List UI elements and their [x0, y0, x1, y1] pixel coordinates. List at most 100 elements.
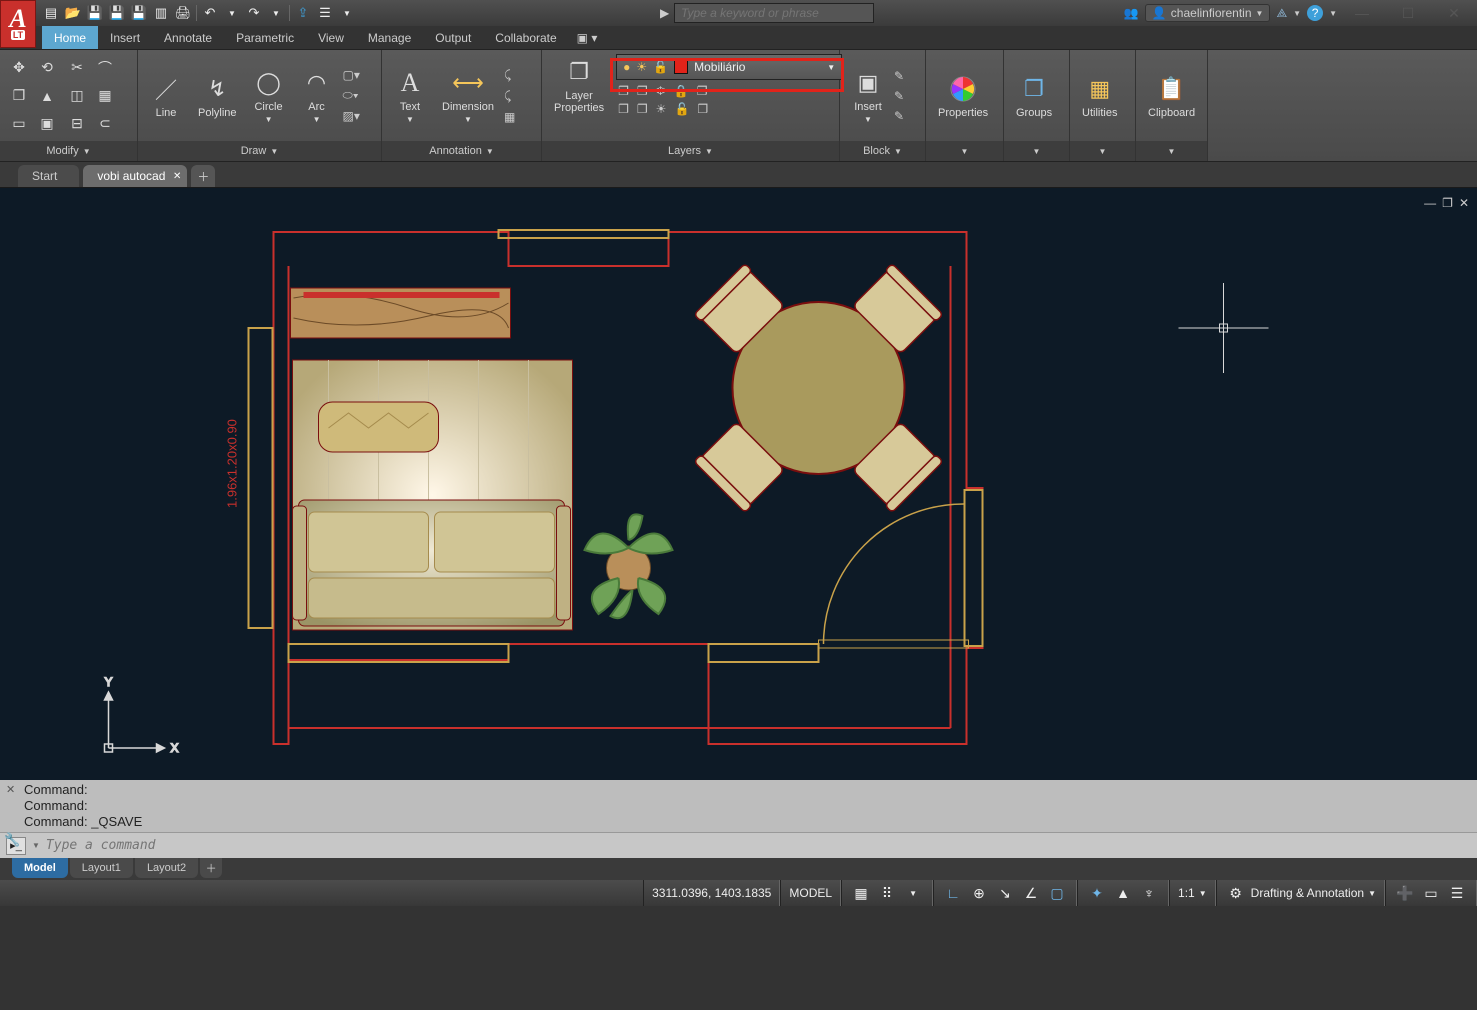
chevron-down-icon[interactable]: ▼ — [902, 889, 924, 898]
signin-icon[interactable]: 👥 — [1124, 6, 1139, 20]
drawing-canvas[interactable]: — ❐ ✕ — [0, 188, 1477, 780]
layer-tool-icon[interactable]: ❐ — [637, 102, 648, 116]
line-button[interactable]: ／Line — [144, 71, 188, 121]
layer-tool-icon[interactable]: ☀ — [656, 102, 667, 116]
tab-home[interactable]: Home — [42, 26, 98, 49]
layout-tab-2[interactable]: Layout2 — [135, 858, 198, 878]
trim-icon[interactable]: ✂ — [64, 55, 90, 81]
maximize-button[interactable]: ☐ — [1385, 0, 1431, 26]
snap-icon[interactable]: ⠿ — [876, 885, 898, 902]
copy-icon[interactable]: ❐ — [6, 83, 32, 109]
play-icon[interactable]: ▶ — [660, 6, 669, 20]
redo-icon[interactable]: ↷ — [245, 4, 263, 22]
mirror-icon[interactable]: ▲ — [34, 83, 60, 109]
layer-properties-button[interactable]: ❐Layer Properties — [548, 54, 610, 116]
layout-tab-model[interactable]: Model — [12, 858, 68, 878]
tab-current-file[interactable]: vobi autocad✕ — [83, 165, 187, 187]
move-icon[interactable]: ✥ — [6, 55, 32, 81]
vp-restore-icon[interactable]: ❐ — [1442, 196, 1453, 210]
array-icon[interactable]: ▦ — [92, 83, 118, 109]
help-icon[interactable]: ? — [1307, 5, 1323, 21]
utilities-button[interactable]: ▦Utilities — [1076, 71, 1123, 121]
panel-label-annotation[interactable]: Annotation ▼ — [382, 141, 541, 161]
chevron-down-icon[interactable]: ▼ — [267, 4, 285, 22]
chevron-down-icon[interactable]: ▼ — [32, 841, 40, 850]
search-input[interactable] — [674, 3, 874, 23]
offset-icon[interactable]: ◫ — [64, 83, 90, 109]
minimize-button[interactable]: — — [1339, 0, 1385, 26]
tab-manage[interactable]: Manage — [356, 26, 423, 49]
clipboard-button[interactable]: 📋Clipboard — [1142, 71, 1201, 121]
tab-collaborate[interactable]: Collaborate — [483, 26, 568, 49]
list-icon[interactable]: ☰ — [316, 4, 334, 22]
panel-label-clipboard[interactable]: ▼ — [1136, 141, 1207, 161]
add-layout-button[interactable]: ＋ — [200, 858, 222, 878]
tab-annotate[interactable]: Annotate — [152, 26, 224, 49]
panel-label-groups[interactable]: ▼ — [1004, 141, 1069, 161]
panel-label-modify[interactable]: Modify ▼ — [0, 141, 137, 161]
share-icon[interactable]: ⇪ — [294, 4, 312, 22]
customize-icon[interactable]: ☰ — [1446, 885, 1468, 902]
add-tab-button[interactable]: ＋ — [191, 165, 215, 187]
layer-tool-icon[interactable]: ❄ — [656, 84, 666, 98]
tab-output[interactable]: Output — [423, 26, 483, 49]
tab-parametric[interactable]: Parametric — [224, 26, 306, 49]
wrench-icon[interactable]: 🔧 — [4, 832, 20, 848]
osnap-icon[interactable]: ∠ — [1020, 885, 1042, 902]
layer-dropdown[interactable]: ● ☀ 🔓 Mobiliário ▼ — [616, 54, 842, 80]
panel-label-properties[interactable]: ▼ — [926, 141, 1003, 161]
leader2-icon[interactable]: ⤹ — [504, 89, 515, 104]
arc-button[interactable]: ◠Arc▼ — [295, 65, 339, 126]
properties-button[interactable]: Properties — [932, 71, 994, 121]
lweight-icon[interactable]: ✦ — [1086, 885, 1108, 902]
text-button[interactable]: AText▼ — [388, 65, 432, 126]
status-scale[interactable]: 1:1 ▼ — [1169, 880, 1216, 906]
grid-icon[interactable]: ▦ — [850, 885, 872, 902]
workspace-selector[interactable]: Drafting & Annotation — [1251, 886, 1364, 900]
leader-icon[interactable]: ⤹ — [504, 68, 515, 83]
close-icon[interactable]: ✕ — [6, 782, 15, 798]
close-button[interactable]: ✕ — [1431, 0, 1477, 26]
vp-minimize-icon[interactable]: — — [1424, 196, 1436, 210]
status-coords[interactable]: 3311.0396, 1403.1835 — [643, 880, 780, 906]
close-icon[interactable]: ✕ — [173, 171, 181, 182]
chevron-down-icon[interactable]: ▼ — [223, 4, 241, 22]
gear-icon[interactable]: ⚙ — [1225, 885, 1247, 902]
ortho-icon[interactable]: ∟ — [942, 885, 964, 901]
rectangle-icon[interactable]: ▢▾ — [343, 68, 360, 82]
tab-overflow[interactable]: ▣ ▾ — [569, 26, 606, 49]
layout-tab-1[interactable]: Layout1 — [70, 858, 133, 878]
groups-button[interactable]: ❐Groups — [1010, 71, 1058, 121]
chevron-down-icon[interactable]: ▼ — [338, 4, 356, 22]
circle-button[interactable]: ◯Circle▼ — [247, 65, 291, 126]
stretch-icon[interactable]: ▭ — [6, 111, 32, 137]
tab-insert[interactable]: Insert — [98, 26, 152, 49]
attr-icon[interactable]: ✎ — [894, 109, 904, 123]
layer-tool-icon[interactable]: ❐ — [637, 84, 648, 98]
undo-icon[interactable]: ↶ — [201, 4, 219, 22]
saveas-icon[interactable]: 💾 — [108, 4, 126, 22]
chevron-down-icon[interactable]: ▼ — [1293, 9, 1301, 18]
layer-tool-icon[interactable]: ❐ — [618, 102, 629, 116]
new-icon[interactable]: ▤ — [42, 4, 60, 22]
panel-label-utilities[interactable]: ▼ — [1070, 141, 1135, 161]
status-space[interactable]: MODEL — [780, 880, 841, 906]
panel-label-layers[interactable]: Layers ▼ — [542, 141, 839, 161]
polyline-button[interactable]: ↯Polyline — [192, 71, 243, 121]
user-pill[interactable]: 👤 chaelinfiorentin ▼ — [1145, 4, 1271, 22]
help-search[interactable]: ▶ — [674, 3, 874, 23]
open-icon[interactable]: 📂 — [64, 4, 82, 22]
transparency-icon[interactable]: ▲ — [1112, 885, 1134, 901]
layer-tool-icon[interactable]: 🔓 — [674, 102, 689, 116]
tab-view[interactable]: View — [306, 26, 356, 49]
table-icon[interactable]: ▦ — [504, 110, 515, 124]
dimension-button[interactable]: ⟷Dimension▼ — [436, 65, 500, 126]
layer-tool-icon[interactable]: ❐ — [697, 84, 708, 98]
layer-tool-icon[interactable]: 🔒 — [674, 84, 689, 98]
erase-icon[interactable]: ⊟ — [64, 111, 90, 137]
cycling-icon[interactable]: ♆ — [1138, 885, 1160, 901]
app-exchange-icon[interactable]: ⟁ — [1276, 6, 1287, 21]
explode-icon[interactable]: ⊂ — [92, 111, 118, 137]
hatch-icon[interactable]: ▨▾ — [343, 109, 360, 123]
monitor-icon[interactable]: ➕ — [1394, 885, 1416, 902]
